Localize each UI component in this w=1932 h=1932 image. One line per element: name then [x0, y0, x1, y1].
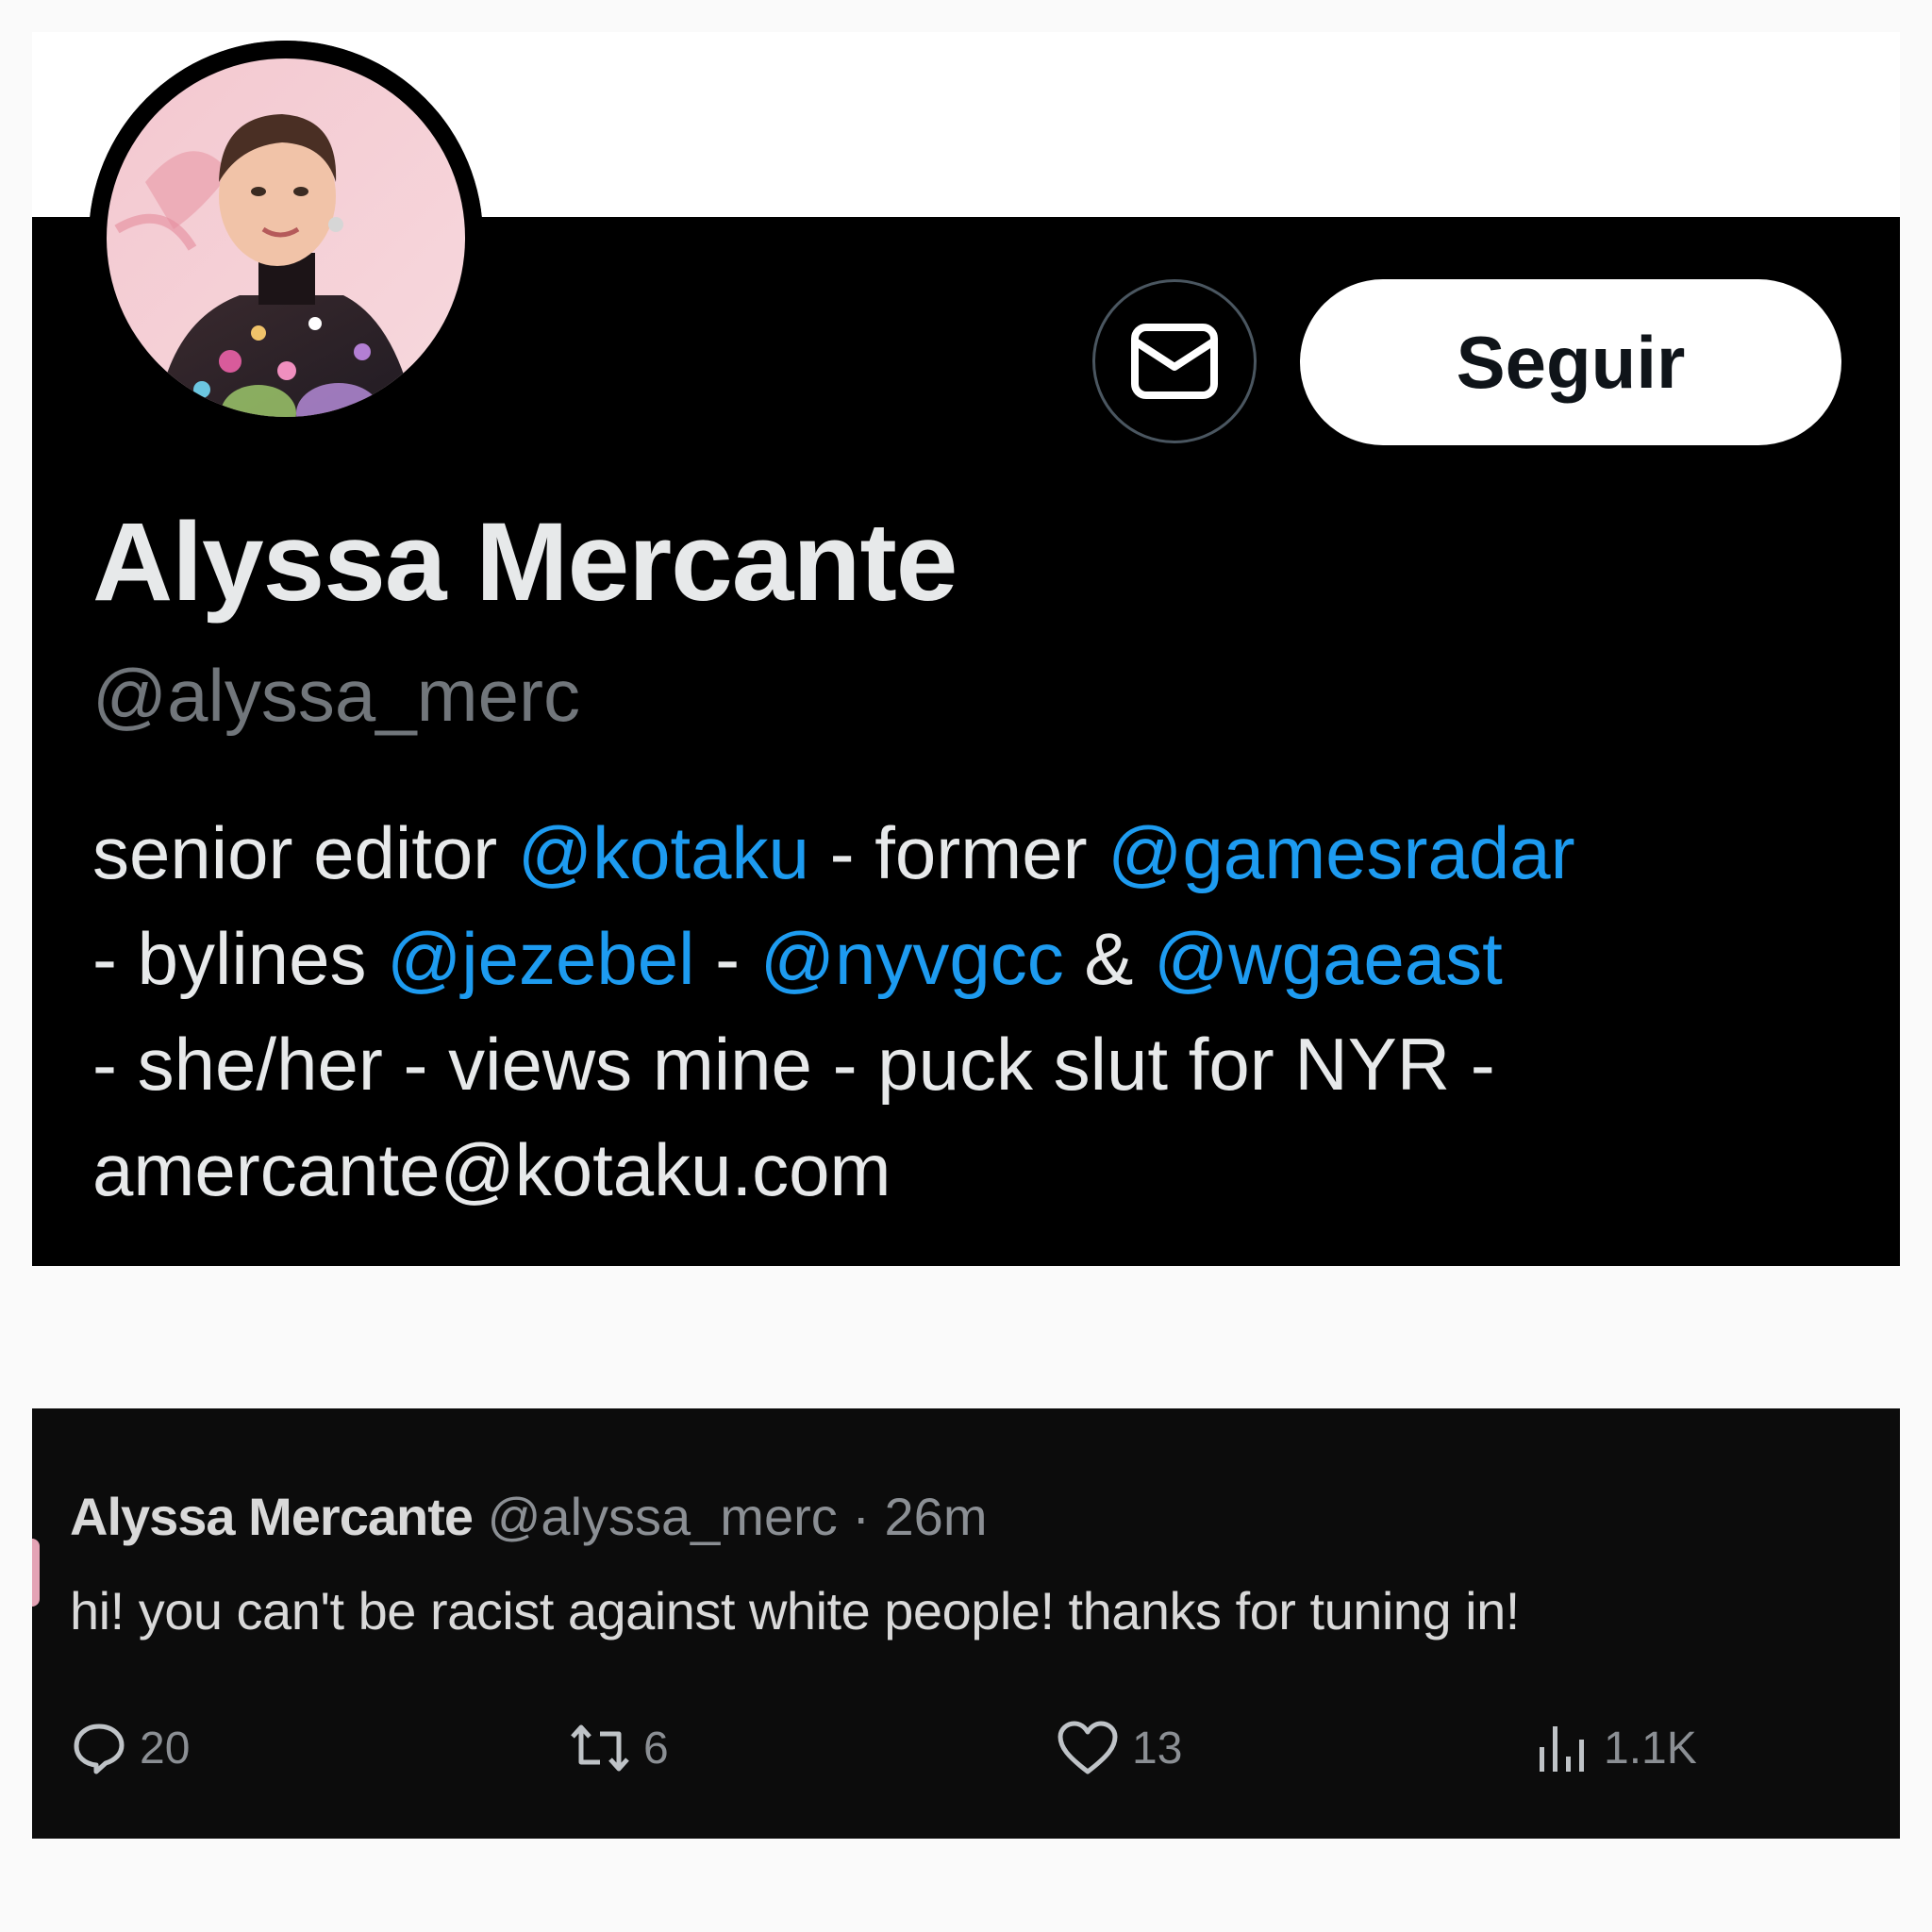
bio-text: &: [1063, 917, 1155, 1000]
mention-link-gamesradar[interactable]: @gamesradar: [1108, 811, 1574, 894]
tweet-separator: ·: [852, 1487, 870, 1546]
mention-link-jezebel[interactable]: @jezebel: [387, 917, 694, 1000]
bio-line-2: - bylines @jezebel - @nyvgcc & @wgaeast: [92, 906, 1847, 1011]
screenshot-canvas: Seguir Alyssa Mercante @alyssa_merc seni…: [0, 0, 1932, 1932]
tweet-avatar[interactable]: [32, 1539, 40, 1607]
retweet-button[interactable]: 6: [570, 1710, 669, 1786]
bio-line-1: senior editor @kotaku - former @gamesrad…: [92, 800, 1847, 906]
mention-link-nyvgcc[interactable]: @nyvgcc: [760, 917, 1064, 1000]
like-icon: [1058, 1721, 1118, 1774]
mention-link-kotaku[interactable]: @kotaku: [518, 811, 809, 894]
tweet-actions: 20 6 13 1.1K: [72, 1710, 1864, 1786]
bio-line-4: amercante@kotaku.com: [92, 1128, 891, 1211]
mention-link-wgaeast[interactable]: @wgaeast: [1154, 917, 1503, 1000]
tweet-header: Alyssa Mercante @alyssa_merc · 26m: [70, 1486, 987, 1547]
tweet-card[interactable]: Alyssa Mercante @alyssa_merc · 26m hi! y…: [32, 1408, 1900, 1839]
reply-count: 20: [140, 1723, 191, 1774]
like-count: 13: [1132, 1723, 1183, 1774]
bio-line-3: - she/her - views mine - puck slut for N…: [92, 1023, 1495, 1106]
retweet-count: 6: [643, 1723, 669, 1774]
profile-bio: senior editor @kotaku - former @gamesrad…: [92, 800, 1847, 1223]
profile-display-name: Alyssa Mercante: [92, 500, 958, 625]
bio-text: - bylines: [92, 917, 388, 1000]
avatar[interactable]: [89, 41, 483, 435]
views-icon: [1540, 1726, 1584, 1772]
views-button[interactable]: 1.1K: [1534, 1710, 1697, 1786]
retweet-icon: [571, 1724, 629, 1772]
reply-button[interactable]: 20: [72, 1710, 190, 1786]
bio-text: senior editor: [92, 811, 518, 894]
tweet-timestamp[interactable]: 26m: [885, 1487, 988, 1546]
reply-icon: [74, 1724, 125, 1774]
bio-text: -: [694, 917, 760, 1000]
envelope-icon: [1131, 324, 1218, 399]
tweet-author-handle[interactable]: @alyssa_merc: [488, 1487, 838, 1546]
avatar-photo: [89, 41, 483, 435]
tweet-text: hi! you can't be racist against white pe…: [70, 1581, 1520, 1641]
like-button[interactable]: 13: [1057, 1710, 1182, 1786]
tweet-author-name[interactable]: Alyssa Mercante: [70, 1487, 474, 1546]
view-count: 1.1K: [1604, 1723, 1697, 1774]
profile-handle: @alyssa_merc: [92, 654, 580, 737]
message-button[interactable]: [1092, 279, 1257, 443]
bio-text: - former: [808, 811, 1108, 894]
follow-button[interactable]: Seguir: [1300, 279, 1841, 445]
